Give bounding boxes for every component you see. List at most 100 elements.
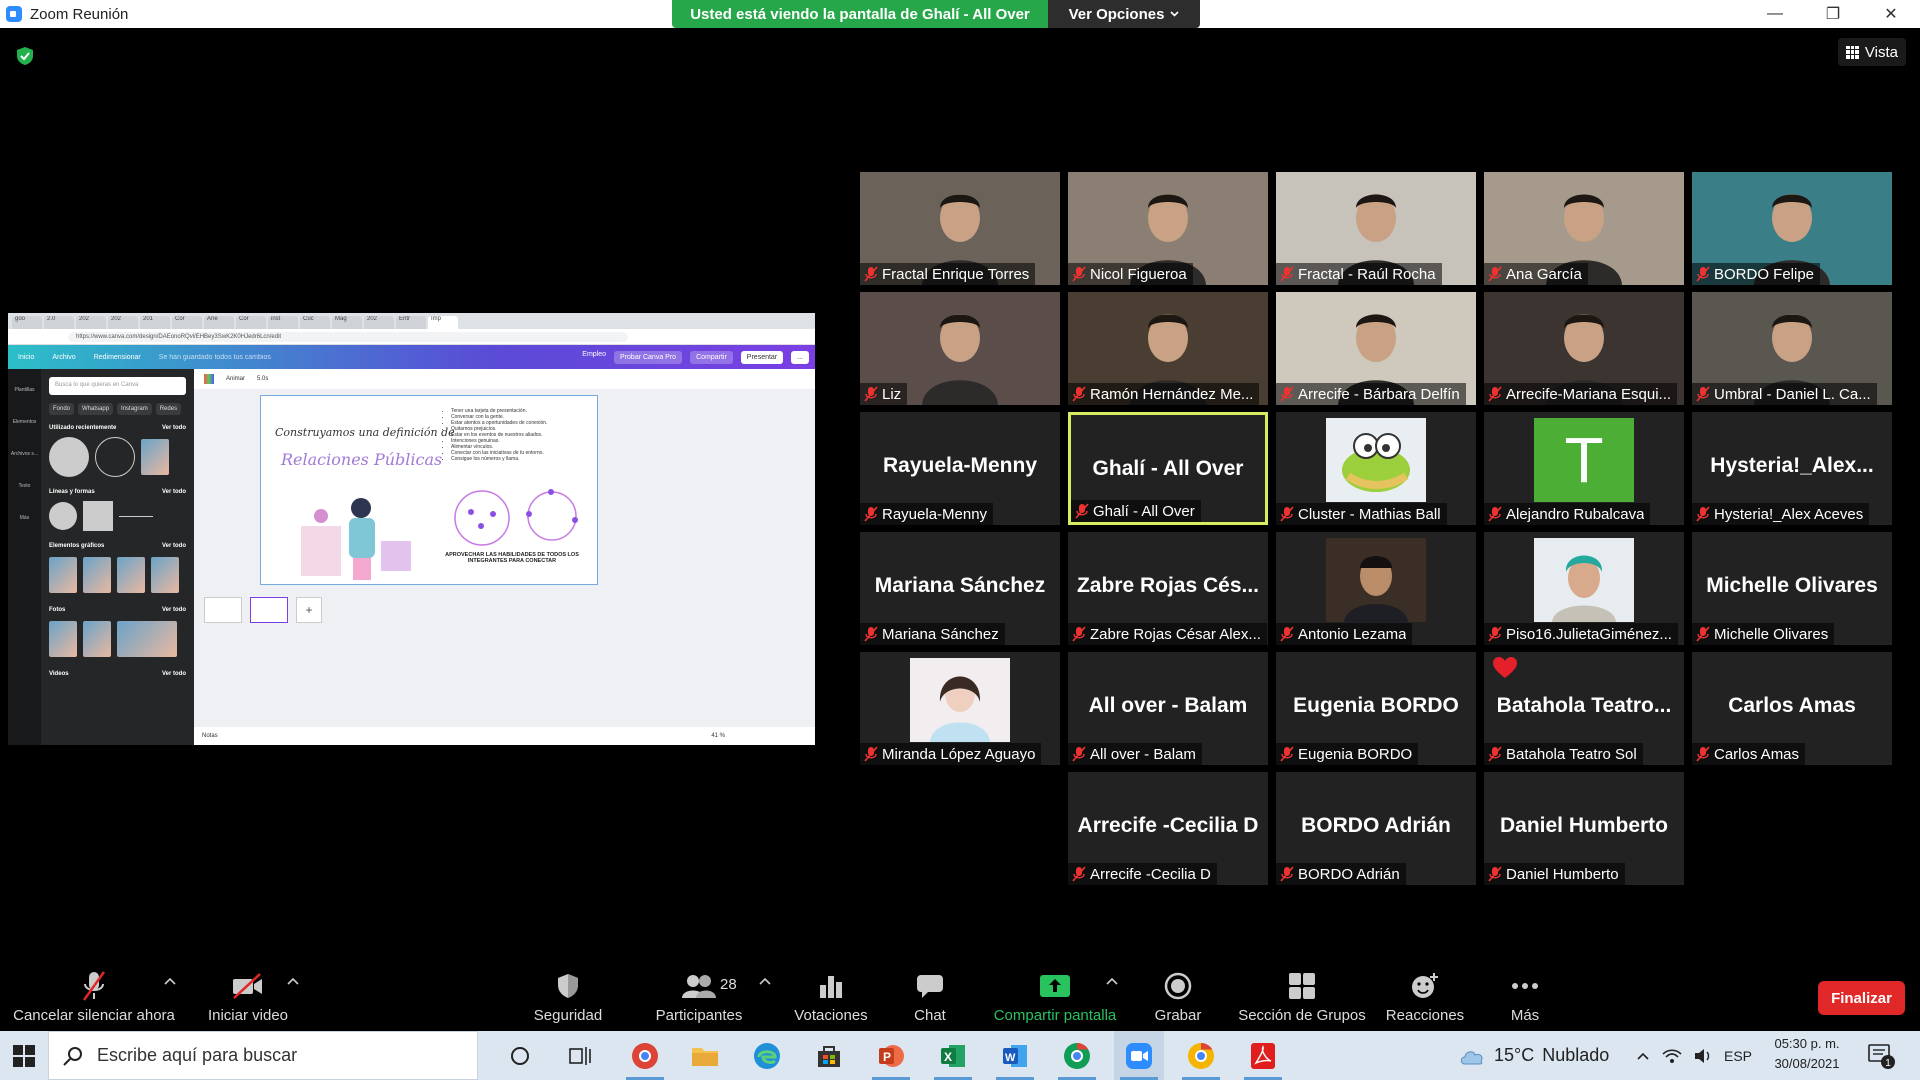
participant-display-name: Batahola Teatro... (1496, 694, 1672, 717)
polls-button[interactable]: Votaciones (786, 960, 876, 1030)
participant-name: Rayuela-Menny (882, 505, 988, 523)
participant-tile[interactable]: Arrecife -Cecilia D Arrecife -Cecilia D (1068, 772, 1268, 885)
view-options-button[interactable]: Ver Opciones (1048, 0, 1200, 28)
participant-tile[interactable]: Fractal Enrique Torres (860, 172, 1060, 285)
security-button[interactable]: Seguridad (522, 960, 614, 1030)
participant-display-name: All over - Balam (1088, 694, 1248, 717)
participant-display-name: Daniel Humberto (1499, 814, 1669, 837)
weather-widget[interactable]: 15°C Nublado (1458, 1031, 1609, 1080)
unmute-button[interactable]: Cancelar silenciar ahora (8, 960, 180, 1030)
taskbar-file-explorer[interactable] (680, 1031, 730, 1080)
canva-canvas-area: Animar 5.0s Construyamos una definición … (194, 369, 815, 745)
view-button[interactable]: Vista (1837, 38, 1906, 66)
connection-diagram (454, 489, 578, 546)
shared-screen[interactable]: goo 2.0 202 202 201 Cor Ane Cor inst Cuc Mag 202 Ent… (8, 313, 815, 745)
taskbar-zoom[interactable] (1114, 1031, 1164, 1080)
breakout-rooms-button[interactable]: Sección de Grupos (1232, 960, 1372, 1030)
share-options-caret-icon[interactable] (1105, 976, 1119, 986)
chat-bubble-icon (917, 975, 943, 998)
participant-tile[interactable]: T Alejandro Rubalcava (1484, 412, 1684, 525)
cortana-button[interactable] (495, 1031, 545, 1080)
taskbar-chrome-profile[interactable] (620, 1031, 670, 1080)
participant-name-label: Hysteria!_Alex Aceves (1692, 503, 1870, 525)
taskbar-acrobat[interactable] (1238, 1031, 1288, 1080)
participant-name: BORDO Felipe (1714, 265, 1815, 283)
task-view-button[interactable] (555, 1031, 605, 1080)
participant-tile[interactable]: Piso16.JulietaGiménez... (1484, 532, 1684, 645)
clock[interactable]: 05:30 p. m. 30/08/2021 (1764, 1034, 1850, 1074)
taskbar-edge[interactable] (742, 1031, 792, 1080)
share-screen-button[interactable]: Compartir pantalla (985, 960, 1125, 1030)
participant-tile[interactable]: Ramón Hernández Me... (1068, 292, 1268, 405)
taskbar-search[interactable]: Escribe aquí para buscar (48, 1031, 478, 1080)
canva-compartir: Compartir (690, 350, 733, 364)
participant-tile[interactable]: Ana García (1484, 172, 1684, 285)
maximize-button[interactable]: ❐ (1804, 0, 1862, 28)
video-options-caret-icon[interactable] (286, 976, 300, 986)
end-meeting-button[interactable]: Finalizar (1818, 981, 1905, 1015)
participant-tile[interactable]: Zabre Rojas Cés... Zabre Rojas César Alex… (1068, 532, 1268, 645)
close-button[interactable]: ✕ (1862, 0, 1920, 28)
record-button[interactable]: Grabar (1148, 960, 1208, 1030)
volume-icon[interactable] (1694, 1048, 1712, 1064)
participant-tile[interactable]: Liz (860, 292, 1060, 405)
more-button[interactable]: Más (1500, 960, 1550, 1030)
participant-tile[interactable]: Carlos Amas Carlos Amas (1692, 652, 1892, 765)
reactions-emoji-icon (1412, 973, 1438, 998)
participants-button[interactable]: Participantes (644, 960, 754, 1030)
participant-tile[interactable]: Mariana Sánchez Mariana Sánchez (860, 532, 1060, 645)
taskbar-powerpoint[interactable]: P (866, 1031, 916, 1080)
browser-tab: Cor (236, 316, 266, 329)
notifications-count: 1 (1885, 1058, 1891, 1069)
participant-tile[interactable]: Michelle Olivares Michelle Olivares (1692, 532, 1892, 645)
participant-tile[interactable]: All over - Balam All over - Balam (1068, 652, 1268, 765)
mic-muted-icon (1072, 866, 1086, 882)
encryption-shield-icon[interactable] (16, 46, 34, 66)
participant-tile[interactable]: Antonio Lezama (1276, 532, 1476, 645)
wifi-icon[interactable] (1662, 1048, 1682, 1064)
taskbar-excel[interactable]: X (928, 1031, 978, 1080)
taskbar-word[interactable]: W (990, 1031, 1040, 1080)
start-button[interactable] (0, 1031, 48, 1080)
taskbar-chrome-2[interactable] (1176, 1031, 1226, 1080)
participant-tile[interactable]: Ghalí - All Over Ghalí - All Over (1068, 412, 1268, 525)
participant-tile[interactable]: Miranda López Aguayo (860, 652, 1060, 765)
svg-text:P: P (883, 1050, 891, 1064)
record-label: Grabar (1154, 1007, 1202, 1024)
participant-tile[interactable]: Daniel Humberto Daniel Humberto (1484, 772, 1684, 885)
participant-tile[interactable]: Umbral - Daniel L. Ca... (1692, 292, 1892, 405)
audio-options-caret-icon[interactable] (163, 976, 177, 986)
chevron-down-icon (1170, 11, 1180, 17)
participant-tile[interactable]: Fractal - Raúl Rocha (1276, 172, 1476, 285)
photos-row (49, 617, 186, 661)
chevron-up-icon[interactable] (1636, 1051, 1650, 1061)
participant-name: Arrecife-Mariana Esqui... (1506, 385, 1672, 403)
notifications-icon[interactable]: 1 (1866, 1040, 1896, 1070)
browser-tab: Entr (396, 316, 426, 329)
minimize-button[interactable]: — (1746, 0, 1804, 28)
reactions-button[interactable]: Reacciones (1380, 960, 1470, 1030)
participants-caret-icon[interactable] (758, 976, 772, 986)
participant-tile[interactable]: BORDO Felipe (1692, 172, 1892, 285)
participant-name-label: Daniel Humberto (1484, 863, 1625, 885)
slide-title-1: Construyamos una definición de (275, 426, 455, 439)
participant-tile[interactable]: Rayuela-Menny Rayuela-Menny (860, 412, 1060, 525)
participant-tile[interactable]: Nicol Figueroa (1068, 172, 1268, 285)
participant-tile[interactable]: Eugenia BORDO Eugenia BORDO (1276, 652, 1476, 765)
language-indicator[interactable]: ESP (1724, 1048, 1752, 1064)
rail-elementos: Elementos (12, 419, 37, 425)
participant-tile[interactable]: Cluster - Mathias Ball (1276, 412, 1476, 525)
participant-name: Eugenia BORDO (1298, 745, 1413, 763)
participant-tile[interactable]: Arrecife - Bárbara Delfín (1276, 292, 1476, 405)
participant-tile[interactable]: Hysteria!_Alex... Hysteria!_Alex Aceves (1692, 412, 1892, 525)
start-video-button[interactable]: Iniciar video (190, 960, 306, 1030)
participant-name: All over - Balam (1090, 745, 1196, 763)
participant-tile[interactable]: Arrecife-Mariana Esqui... (1484, 292, 1684, 405)
participant-name-label: Arrecife-Mariana Esqui... (1484, 383, 1678, 405)
participant-tile[interactable]: Batahola Teatro... Batahola Teatro Sol (1484, 652, 1684, 765)
chat-button[interactable]: Chat (900, 960, 960, 1030)
taskbar-store[interactable] (804, 1031, 854, 1080)
participant-tile[interactable]: BORDO Adrián BORDO Adrián (1276, 772, 1476, 885)
mic-muted-icon (1072, 746, 1086, 762)
taskbar-chrome[interactable] (1052, 1031, 1102, 1080)
